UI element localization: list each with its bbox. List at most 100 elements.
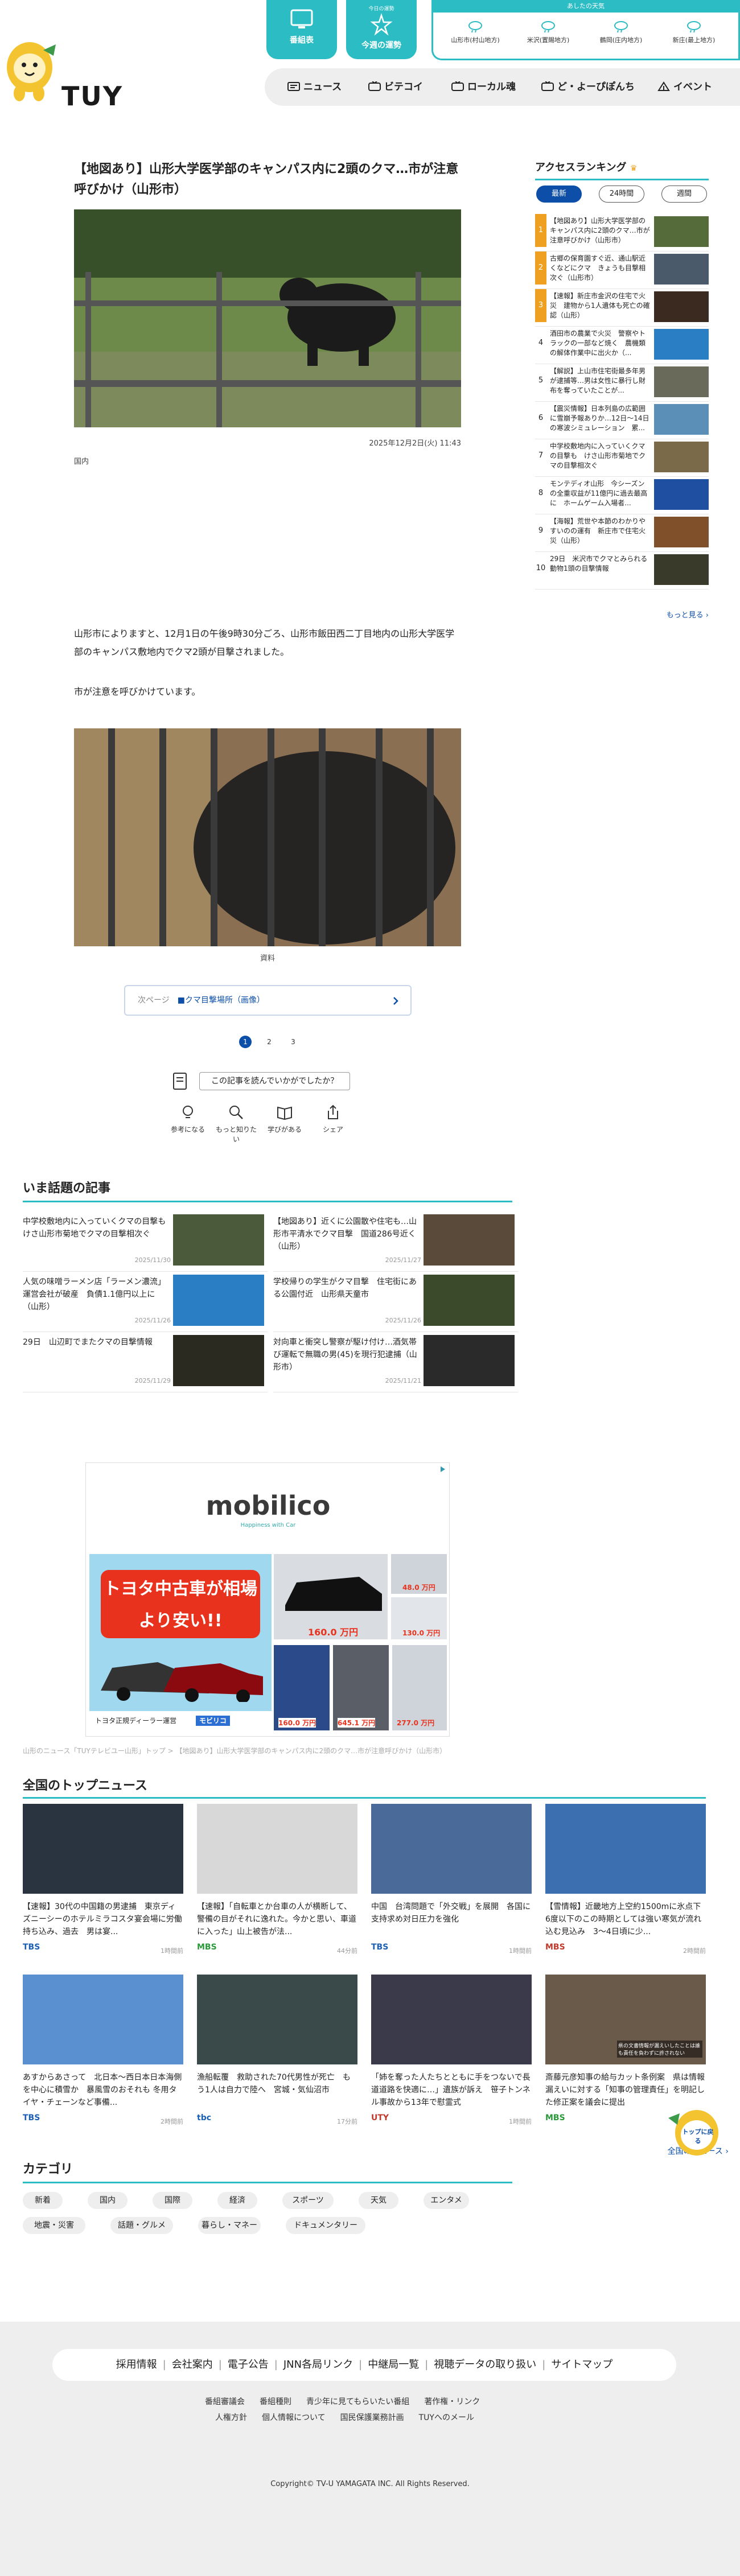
ranking-item[interactable]: 4 酒田市の農業で火災 警察やトラックの一部など焼く 農機類の解体作業中に出火か（… (535, 327, 709, 364)
trending-item[interactable]: 学校帰りの学生がクマ目撃 住宅街にある公園付近 山形県天童市 2025/11/26 (273, 1272, 518, 1332)
trending-item[interactable]: 29日 山辺町でまたクマの目撃情報 2025/11/29 (23, 1333, 268, 1392)
news-source-logo: UTY (371, 2113, 389, 2122)
nav-item-doyou[interactable]: ど・よーぴぽんち (541, 79, 635, 96)
footer-link[interactable]: 視聴データの取り扱い (434, 2359, 536, 2371)
ranking-item[interactable]: 5 【解説】上山市住宅街最多年男が逮捕等…男は女性に暴行し財布を奪っていたことが.… (535, 364, 709, 402)
footer-sub-link[interactable]: 番組審議会 (205, 2397, 245, 2406)
footer-sub-link[interactable]: 青少年に見てもらいたい番組 (306, 2397, 409, 2406)
national-news-item[interactable]: 【雪情報】近畿地方上空約1500mに氷点下6度以下のこの時期としては強い寒気が流… (545, 1804, 706, 1975)
ad-brand-jp: モビリコ (196, 1716, 231, 1726)
category-chip[interactable]: 暮らし・マネー (198, 2217, 261, 2234)
page-button-2[interactable]: 2 (263, 1036, 276, 1048)
weather-city-2[interactable]: 米沢(置賜地方) (514, 17, 582, 44)
trending-item-title: 対向車と衝突し警察が駆け付け…酒気帯び運転で無職の男(45)を現行犯逮捕（山形市… (273, 1338, 417, 1372)
ranking-item[interactable]: 9 【海報】荒世や本節のわかりやすいのの運有 新庄市で住宅火災（山形） (535, 514, 709, 552)
ranking-item[interactable]: 2 古郷の保育園すぐ近、通山駅近くなどにクマ きょうも目撃相次ぐ（山形市） (535, 252, 709, 289)
footer-link[interactable]: 会社案内 (172, 2359, 213, 2371)
category-chip[interactable]: スポーツ (282, 2192, 334, 2209)
trending-item[interactable]: 中学校敷地内に入っていくクマの目撃も けさ山形市菊地でクマの目撃相次ぐ 2025/… (23, 1212, 268, 1272)
category-chip[interactable]: 地震・災害 (23, 2217, 85, 2234)
ad-car-tile: 645.1 万円 (333, 1645, 389, 1730)
category-chip[interactable]: 天気 (359, 2192, 398, 2209)
national-news-item[interactable]: 「姉を奪った人たちとともに手をつないで長道道路を快適に…」遺族が訴え 笹子トンネ… (371, 1975, 532, 2145)
tv-guide-button[interactable]: 番組表 (266, 0, 337, 59)
reaction-helpful-button[interactable]: 参考になる (165, 1104, 211, 1134)
reaction-label: 参考になる (170, 1126, 205, 1134)
page-button-1[interactable]: 1 (239, 1036, 252, 1048)
news-icon (287, 82, 300, 91)
page-button-3[interactable]: 3 (287, 1036, 299, 1048)
trending-item[interactable]: 【地図あり】近くに公園散や住宅も…山形市平清水でクマ目撃 国道286号近く（山形… (273, 1212, 518, 1272)
footer-link[interactable]: 中継局一覧 (368, 2359, 419, 2371)
national-news-item[interactable]: 漁船転覆 救助された70代男性が死亡 もう1人は自力で陸へ 宮城・気仙沼市 tbc… (197, 1975, 357, 2145)
category-chip[interactable]: ドキュメンタリー (286, 2217, 365, 2234)
category-chip[interactable]: 国内 (88, 2192, 128, 2209)
ranking-item[interactable]: 6 【震災情報】日本列島の広範囲に雪崩予報ありか…12日〜14日の寒波シミュレーシ… (535, 402, 709, 439)
back-to-top-button[interactable]: トップに戻る (664, 2107, 721, 2158)
category-chip[interactable]: エンタメ (424, 2192, 469, 2209)
ranking-item[interactable]: 3 【速報】新庄市金沢の住宅で火災 建物から1人遺体も死亡の確認（山形） (535, 289, 709, 327)
footer-sub-link[interactable]: 著作権・リンク (424, 2397, 480, 2406)
national-news-item[interactable]: あすからあさって 北日本〜西日本日本海側を中心に積雪か 暴風雪のおそれも 冬用タ… (23, 1975, 183, 2145)
ranking-more-link[interactable]: もっと見る › (667, 609, 709, 620)
weather-city-4[interactable]: 新庄(最上地方) (660, 17, 728, 44)
national-news-date: 44分前 (337, 1947, 357, 1955)
category-chip[interactable]: 新着 (23, 2192, 63, 2209)
trending-item[interactable]: 対向車と衝突し警察が駆け付け…酒気帯び運転で無職の男(45)を現行犯逮捕（山形市… (273, 1333, 518, 1392)
weather-city-label: 山形市(村山地方) (451, 36, 500, 44)
footer-link[interactable]: サイトマップ (551, 2359, 612, 2371)
national-news-thumbnail (23, 1804, 183, 1894)
national-news-thumbnail (371, 1804, 532, 1894)
ranking-tab-weekly[interactable]: 週間 (661, 186, 707, 203)
national-news-item[interactable]: 【速報】30代の中国籍の男逮捕 東京ディズニーシーのホテルミラコスタ宴会場に労働… (23, 1804, 183, 1975)
fortune-button[interactable]: 今日の運勢 今週の運勢 (346, 0, 417, 59)
footer-link[interactable]: 採用情報 (116, 2359, 157, 2371)
footer-link[interactable]: JNN各局リンク (283, 2359, 353, 2371)
nav-item-bitekoi[interactable]: ビテコイ (368, 79, 423, 96)
nav-item-news[interactable]: ニュース (287, 79, 342, 96)
trending-title: いま話題の記事 (23, 1178, 512, 1202)
footer-sub-link[interactable]: TUYへのメール (419, 2413, 474, 2422)
reaction-label: シェア (322, 1126, 343, 1134)
pagination: 1 2 3 (239, 1036, 302, 1049)
weather-city-3[interactable]: 鶴岡(庄内地方) (587, 17, 655, 44)
ranking-tab-latest[interactable]: 最新 (536, 186, 582, 203)
share-button[interactable]: シェア (310, 1104, 356, 1134)
ranking-item[interactable]: 1 【地図あり】山形大学医学部のキャンパス内に2頭のクマ…市が注意呼びかけ（山形市… (535, 214, 709, 252)
national-news-title: 【速報】30代の中国籍の男逮捕 東京ディズニーシーのホテルミラコスタ宴会場に労働… (23, 1902, 182, 1936)
footer-sub-link[interactable]: 国民保護業務計画 (340, 2413, 404, 2422)
reaction-want-more-button[interactable]: もっと知りたい (213, 1104, 259, 1144)
mascot-logo-icon[interactable] (3, 33, 60, 104)
breadcrumb[interactable]: 山形のニュース「TUYテレビユー山形」トップ > 【地図あり】山形大学医学部のキ… (23, 1746, 478, 1755)
nav-item-label: ビテコイ (384, 81, 423, 93)
weather-widget[interactable]: あしたの天気 山形市(村山地方) 米沢(置賜地方) 鶴岡(庄内地方) 新庄(最上… (431, 0, 740, 60)
category-chip[interactable]: 経済 (217, 2192, 257, 2209)
national-news-thumbnail (197, 1804, 357, 1894)
footer-sub-link[interactable]: 人権方針 (215, 2413, 247, 2422)
ad-car-tile: 277.0 万円 (392, 1645, 447, 1730)
category-chip[interactable]: 国際 (153, 2192, 192, 2209)
footer-sub-link[interactable]: 個人情報について (262, 2413, 326, 2422)
trending-item[interactable]: 人気の味噌ラーメン店「ラーメン濃流」運営会社が破産 負債1.1億円以上に（山形）… (23, 1272, 268, 1332)
category-chip[interactable]: 話題・グルメ (110, 2217, 173, 2234)
national-news-item[interactable]: 【速報】「自転車とか台車の人が横断して、警備の目がそれに逸れた。今かと思い、車道… (197, 1804, 357, 1975)
advertisement[interactable]: mobilico Happiness with Car トヨタ中古車が相場より安… (85, 1462, 450, 1737)
footer-link[interactable]: 電子公告 (228, 2359, 269, 2371)
national-news-item[interactable]: 中国 台湾問題で「外交戦」を展開 各国に支持求め対日圧力を強化 TBS 1時間前 (371, 1804, 532, 1975)
footer-sub-link[interactable]: 番組種則 (260, 2397, 291, 2406)
ranking-item[interactable]: 7 中学校敷地内に入っていくクマの目撃も けさ山形市菊地でクマの目撃相次ぐ (535, 439, 709, 477)
cloud-rain-icon (614, 21, 628, 33)
footer-links: 採用情報 | 会社案内 | 電子公告 | JNN各局リンク | 中継局一覧 | 視聴データの取り扱い… (52, 2349, 676, 2381)
ad-left-panel: トヨタ中古車が相場より安い!! トヨタ正規ディーラー運営 モビリコ (89, 1554, 272, 1730)
ranking-thumbnail (654, 442, 709, 472)
nav-item-local[interactable]: ローカル魂 (451, 79, 516, 96)
site-logo[interactable]: TUY (61, 81, 123, 112)
ranking-item[interactable]: 8 モンテディオ山形 今シーズンの全重収益が11億円に過去最高に ホームゲーム入場… (535, 477, 709, 514)
ranking-item[interactable]: 10 29日 米沢市でクマとみられる動物1頭の目撃情報 (535, 552, 709, 590)
next-page-link[interactable]: 次ページ ■クマ目撃場所（画像） (124, 985, 412, 1016)
reaction-learned-button[interactable]: 学びがある (262, 1104, 307, 1134)
weather-city-1[interactable]: 山形市(村山地方) (441, 17, 509, 44)
nav-item-event[interactable]: イベント (657, 79, 712, 96)
ad-choices-icon[interactable] (439, 1465, 447, 1473)
ranking-tab-24h[interactable]: 24時間 (599, 186, 644, 203)
